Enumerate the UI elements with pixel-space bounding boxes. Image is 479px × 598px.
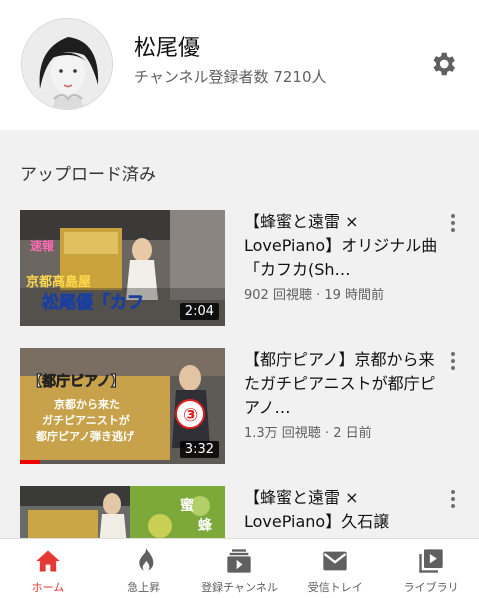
svg-text:速報: 速報 <box>30 238 55 253</box>
video-thumbnail[interactable]: 蜜 蜂 <box>20 486 225 538</box>
tab-label: 急上昇 <box>127 581 161 594</box>
watch-progress-bar <box>20 460 40 464</box>
thumb-caption: 都庁ピアノ弾き逃げ <box>35 429 135 443</box>
video-duration: 2:04 <box>179 303 219 320</box>
inbox-icon <box>323 551 347 571</box>
tab-label: ホーム <box>31 581 65 594</box>
thumb-caption: ③ <box>183 405 198 426</box>
thumb-caption: 松尾優「カフ <box>42 292 144 313</box>
channel-header: 松尾優 チャンネル登録者数 7210人 <box>0 0 479 130</box>
video-title[interactable]: 【蜂蜜と遠雷 × LovePiano】オリジナル曲「カフカ(Sh… <box>244 210 440 282</box>
library-icon <box>419 549 443 573</box>
video-meta: 1.3万 回視聴 · 2 日前 <box>244 426 372 441</box>
channel-name: 松尾優 <box>134 36 201 61</box>
thumb-caption: 京都高島屋 <box>26 274 91 290</box>
tab-inbox[interactable]: 受信トレイ <box>287 539 383 598</box>
thumb-caption: 蜂 <box>198 517 213 534</box>
video-thumbnail[interactable]: 速報 京都高島屋 松尾優「カフ 2:04 <box>20 210 225 326</box>
flame-icon <box>139 548 154 571</box>
more-options-icon[interactable] <box>448 214 458 234</box>
thumb-caption: ガチピアニストが <box>42 413 130 427</box>
tab-label: ライブラリ <box>403 581 459 594</box>
thumb-caption: 京都から来た <box>54 397 120 411</box>
video-thumbnail[interactable]: ③ 【都庁ピアノ】 京都から来た ガチピアニストが 都庁ピアノ弾き逃げ 3:32 <box>20 348 225 464</box>
video-meta: 902 回視聴 · 19 時間前 <box>244 288 385 303</box>
home-icon <box>36 550 60 572</box>
tab-label: 受信トレイ <box>307 581 363 594</box>
video-duration: 3:32 <box>179 441 219 458</box>
video-title[interactable]: 【蜂蜜と遠雷 × LovePiano】久石譲 <box>244 486 440 534</box>
tab-trending[interactable]: 急上昇 <box>96 539 192 598</box>
subscriber-count: チャンネル登録者数 7210人 <box>134 68 327 86</box>
thumb-caption: 【都庁ピアノ】 <box>28 373 125 390</box>
channel-avatar[interactable] <box>21 18 113 110</box>
tab-subscriptions[interactable]: 登録チャンネル <box>192 539 288 598</box>
video-item[interactable]: 速報 京都高島屋 松尾優「カフ 2:04 【蜂蜜と遠雷 × LovePiano】… <box>0 210 479 328</box>
subscriptions-icon <box>227 549 252 573</box>
more-options-icon[interactable] <box>448 352 458 372</box>
more-options-icon[interactable] <box>448 490 458 510</box>
bottom-navigation: ホーム 急上昇 登録チャンネル 受信トレイ ライブラリ <box>0 538 479 598</box>
tab-label: 登録チャンネル <box>201 581 278 594</box>
thumb-caption: 蜜 <box>180 497 194 514</box>
video-title[interactable]: 【都庁ピアノ】京都から来たガチピアニストが都庁ピアノ… <box>244 348 440 420</box>
video-item[interactable]: ③ 【都庁ピアノ】 京都から来た ガチピアニストが 都庁ピアノ弾き逃げ 3:32… <box>0 348 479 466</box>
tab-home[interactable]: ホーム <box>0 539 96 598</box>
video-item[interactable]: 蜜 蜂 【蜂蜜と遠雷 × LovePiano】久石譲 <box>0 486 479 538</box>
section-title-uploads: アップロード済み <box>20 165 156 185</box>
settings-gear-icon[interactable] <box>428 49 458 79</box>
tab-library[interactable]: ライブラリ <box>383 539 479 598</box>
